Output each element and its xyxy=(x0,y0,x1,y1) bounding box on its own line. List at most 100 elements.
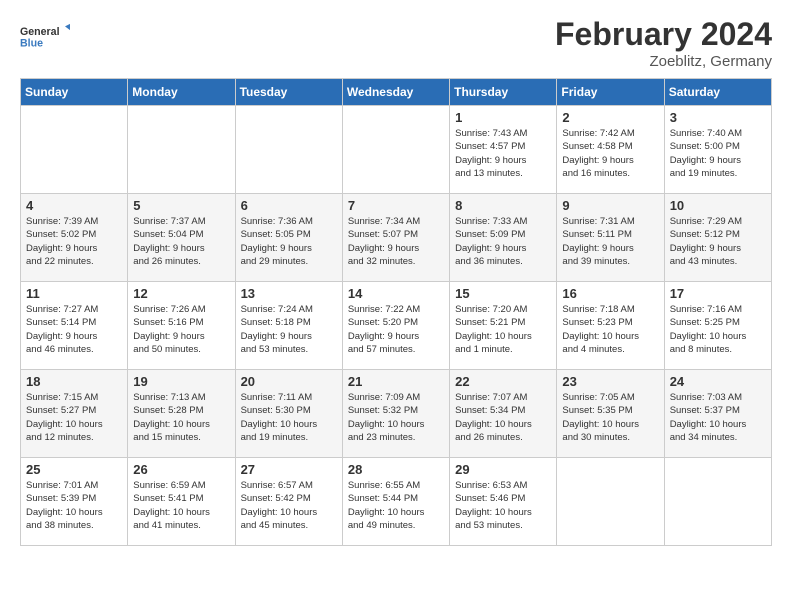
day-number: 29 xyxy=(455,462,551,477)
day-number: 17 xyxy=(670,286,766,301)
week-row-2: 4 Sunrise: 7:39 AM Sunset: 5:02 PM Daylig… xyxy=(21,194,772,282)
cell-info: Sunrise: 6:57 AM Sunset: 5:42 PM Dayligh… xyxy=(241,479,337,532)
cell-info: Sunrise: 7:01 AM Sunset: 5:39 PM Dayligh… xyxy=(26,479,122,532)
cell-week5-day2: 26 Sunrise: 6:59 AM Sunset: 5:41 PM Dayli… xyxy=(128,458,235,546)
cell-info: Sunrise: 7:13 AM Sunset: 5:28 PM Dayligh… xyxy=(133,391,229,444)
cell-info: Sunrise: 7:22 AM Sunset: 5:20 PM Dayligh… xyxy=(348,303,444,356)
cell-week2-day2: 5 Sunrise: 7:37 AM Sunset: 5:04 PM Daylig… xyxy=(128,194,235,282)
cell-week2-day1: 4 Sunrise: 7:39 AM Sunset: 5:02 PM Daylig… xyxy=(21,194,128,282)
day-number: 11 xyxy=(26,286,122,301)
header-sunday: Sunday xyxy=(21,79,128,106)
day-number: 21 xyxy=(348,374,444,389)
day-number: 10 xyxy=(670,198,766,213)
logo-svg: General Blue xyxy=(20,16,70,58)
cell-week3-day5: 15 Sunrise: 7:20 AM Sunset: 5:21 PM Dayli… xyxy=(450,282,557,370)
cell-info: Sunrise: 7:33 AM Sunset: 5:09 PM Dayligh… xyxy=(455,215,551,268)
header-saturday: Saturday xyxy=(664,79,771,106)
cell-info: Sunrise: 7:42 AM Sunset: 4:58 PM Dayligh… xyxy=(562,127,658,180)
header-friday: Friday xyxy=(557,79,664,106)
cell-week1-day6: 2 Sunrise: 7:42 AM Sunset: 4:58 PM Daylig… xyxy=(557,106,664,194)
svg-text:General: General xyxy=(20,26,60,38)
cell-week2-day6: 9 Sunrise: 7:31 AM Sunset: 5:11 PM Daylig… xyxy=(557,194,664,282)
cell-week2-day4: 7 Sunrise: 7:34 AM Sunset: 5:07 PM Daylig… xyxy=(342,194,449,282)
cell-week5-day1: 25Sunrise: 7:01 AM Sunset: 5:39 PM Dayli… xyxy=(21,458,128,546)
cell-week2-day7: 10Sunrise: 7:29 AM Sunset: 5:12 PM Dayli… xyxy=(664,194,771,282)
cell-info: Sunrise: 7:31 AM Sunset: 5:11 PM Dayligh… xyxy=(562,215,658,268)
cell-week5-day4: 28 Sunrise: 6:55 AM Sunset: 5:44 PM Dayli… xyxy=(342,458,449,546)
cell-info: Sunrise: 7:20 AM Sunset: 5:21 PM Dayligh… xyxy=(455,303,551,356)
day-number: 12 xyxy=(133,286,229,301)
cell-week5-day3: 27 Sunrise: 6:57 AM Sunset: 5:42 PM Dayli… xyxy=(235,458,342,546)
cell-week4-day5: 22 Sunrise: 7:07 AM Sunset: 5:34 PM Dayli… xyxy=(450,370,557,458)
cell-info: Sunrise: 7:05 AM Sunset: 5:35 PM Dayligh… xyxy=(562,391,658,444)
cell-week5-day5: 29 Sunrise: 6:53 AM Sunset: 5:46 PM Dayli… xyxy=(450,458,557,546)
cell-week1-day3 xyxy=(235,106,342,194)
day-number: 3 xyxy=(670,110,766,125)
day-number: 16 xyxy=(562,286,658,301)
cell-week3-day6: 16 Sunrise: 7:18 AM Sunset: 5:23 PM Dayli… xyxy=(557,282,664,370)
cell-week4-day6: 23 Sunrise: 7:05 AM Sunset: 5:35 PM Dayli… xyxy=(557,370,664,458)
header-thursday: Thursday xyxy=(450,79,557,106)
cell-info: Sunrise: 7:37 AM Sunset: 5:04 PM Dayligh… xyxy=(133,215,229,268)
header-monday: Monday xyxy=(128,79,235,106)
cell-week5-day6 xyxy=(557,458,664,546)
cell-info: Sunrise: 7:16 AM Sunset: 5:25 PM Dayligh… xyxy=(670,303,766,356)
day-number: 13 xyxy=(241,286,337,301)
cell-week4-day1: 18 Sunrise: 7:15 AM Sunset: 5:27 PM Dayli… xyxy=(21,370,128,458)
cell-week1-day2 xyxy=(128,106,235,194)
day-number: 22 xyxy=(455,374,551,389)
cell-week2-day5: 8 Sunrise: 7:33 AM Sunset: 5:09 PM Daylig… xyxy=(450,194,557,282)
cell-info: Sunrise: 6:53 AM Sunset: 5:46 PM Dayligh… xyxy=(455,479,551,532)
cell-week1-day4 xyxy=(342,106,449,194)
cell-week2-day3: 6Sunrise: 7:36 AM Sunset: 5:05 PM Daylig… xyxy=(235,194,342,282)
cell-week3-day2: 12Sunrise: 7:26 AM Sunset: 5:16 PM Dayli… xyxy=(128,282,235,370)
cell-week4-day3: 20 Sunrise: 7:11 AM Sunset: 5:30 PM Dayli… xyxy=(235,370,342,458)
day-number: 5 xyxy=(133,198,229,213)
day-number: 8 xyxy=(455,198,551,213)
day-number: 27 xyxy=(241,462,337,477)
cell-week3-day4: 14Sunrise: 7:22 AM Sunset: 5:20 PM Dayli… xyxy=(342,282,449,370)
day-number: 18 xyxy=(26,374,122,389)
cell-week3-day7: 17 Sunrise: 7:16 AM Sunset: 5:25 PM Dayli… xyxy=(664,282,771,370)
day-number: 9 xyxy=(562,198,658,213)
calendar-subtitle: Zoeblitz, Germany xyxy=(555,53,772,70)
calendar-title: February 2024 xyxy=(555,16,772,53)
cell-week4-day4: 21 Sunrise: 7:09 AM Sunset: 5:32 PM Dayli… xyxy=(342,370,449,458)
day-number: 26 xyxy=(133,462,229,477)
header-tuesday: Tuesday xyxy=(235,79,342,106)
cell-info: Sunrise: 6:59 AM Sunset: 5:41 PM Dayligh… xyxy=(133,479,229,532)
day-number: 20 xyxy=(241,374,337,389)
cell-week3-day1: 11 Sunrise: 7:27 AM Sunset: 5:14 PM Dayli… xyxy=(21,282,128,370)
day-number: 19 xyxy=(133,374,229,389)
cell-info: Sunrise: 7:11 AM Sunset: 5:30 PM Dayligh… xyxy=(241,391,337,444)
cell-info: Sunrise: 7:03 AM Sunset: 5:37 PM Dayligh… xyxy=(670,391,766,444)
cell-week1-day1 xyxy=(21,106,128,194)
day-number: 28 xyxy=(348,462,444,477)
cell-info: Sunrise: 7:18 AM Sunset: 5:23 PM Dayligh… xyxy=(562,303,658,356)
cell-info: Sunrise: 7:43 AM Sunset: 4:57 PM Dayligh… xyxy=(455,127,551,180)
title-area: February 2024 Zoeblitz, Germany xyxy=(555,16,772,70)
calendar-body: 1 Sunrise: 7:43 AM Sunset: 4:57 PM Daylig… xyxy=(21,106,772,546)
day-number: 15 xyxy=(455,286,551,301)
day-number: 23 xyxy=(562,374,658,389)
page-header: General Blue February 2024 Zoeblitz, Ger… xyxy=(20,16,772,70)
cell-info: Sunrise: 7:07 AM Sunset: 5:34 PM Dayligh… xyxy=(455,391,551,444)
cell-info: Sunrise: 7:15 AM Sunset: 5:27 PM Dayligh… xyxy=(26,391,122,444)
calendar-table: SundayMondayTuesdayWednesdayThursdayFrid… xyxy=(20,78,772,546)
day-number: 7 xyxy=(348,198,444,213)
day-number: 2 xyxy=(562,110,658,125)
cell-info: Sunrise: 7:34 AM Sunset: 5:07 PM Dayligh… xyxy=(348,215,444,268)
cell-info: Sunrise: 7:39 AM Sunset: 5:02 PM Dayligh… xyxy=(26,215,122,268)
cell-week4-day7: 24 Sunrise: 7:03 AM Sunset: 5:37 PM Dayli… xyxy=(664,370,771,458)
cell-info: Sunrise: 7:40 AM Sunset: 5:00 PM Dayligh… xyxy=(670,127,766,180)
cell-info: Sunrise: 7:27 AM Sunset: 5:14 PM Dayligh… xyxy=(26,303,122,356)
cell-week1-day5: 1 Sunrise: 7:43 AM Sunset: 4:57 PM Daylig… xyxy=(450,106,557,194)
cell-info: Sunrise: 6:55 AM Sunset: 5:44 PM Dayligh… xyxy=(348,479,444,532)
day-number: 6 xyxy=(241,198,337,213)
logo: General Blue xyxy=(20,16,70,58)
week-row-5: 25Sunrise: 7:01 AM Sunset: 5:39 PM Dayli… xyxy=(21,458,772,546)
day-number: 1 xyxy=(455,110,551,125)
day-number: 4 xyxy=(26,198,122,213)
cell-info: Sunrise: 7:09 AM Sunset: 5:32 PM Dayligh… xyxy=(348,391,444,444)
day-number: 24 xyxy=(670,374,766,389)
